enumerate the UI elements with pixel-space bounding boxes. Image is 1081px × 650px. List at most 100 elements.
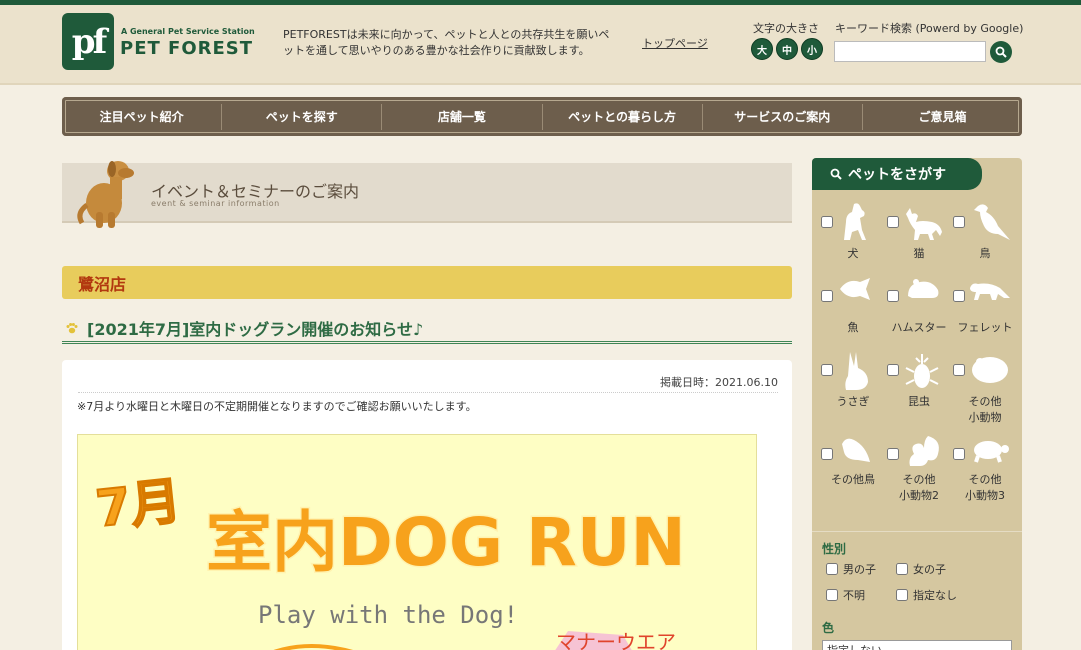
pet-option-other-bird: その他鳥 — [818, 430, 884, 504]
pet-label-dog: 犬 — [847, 247, 859, 260]
pet-checkbox-rabbit[interactable] — [821, 364, 833, 376]
sidebar-divider — [812, 531, 1022, 532]
pet-checkbox-small-animal[interactable] — [953, 364, 965, 376]
nav-find-pet[interactable]: ペットを探す — [222, 103, 383, 130]
search-button[interactable] — [990, 41, 1012, 63]
nav-store-list[interactable]: 店舗一覧 — [382, 103, 543, 130]
turtle-icon — [974, 441, 1009, 463]
pet-option-small-animal: その他 小動物 — [950, 346, 1016, 424]
sidebar-title: ペットをさがす — [848, 167, 946, 183]
dog-run-banner-art: 7月 室内DOG RUN Play with the Dog! マナーウエア — [92, 471, 687, 650]
pet-option-rabbit: うさぎ — [818, 346, 884, 420]
store-name: 鷺沼店 — [78, 274, 127, 294]
pet-checkbox-fish[interactable] — [821, 290, 833, 302]
search-input[interactable] — [834, 41, 986, 62]
pet-label-ferret: フェレット — [957, 321, 1013, 334]
font-size-small-button[interactable]: 小 — [801, 38, 823, 60]
gender-label: 性別 — [822, 542, 847, 556]
pet-label-cat: 猫 — [913, 247, 925, 260]
nav-services[interactable]: サービスのご案内 — [703, 103, 863, 130]
ferret-icon — [970, 283, 1010, 300]
gender-checkbox-female[interactable] — [896, 563, 908, 575]
pet-option-squirrel: その他 小動物2 — [884, 430, 950, 504]
rabbit-icon — [845, 352, 868, 390]
font-size-label: 文字の大きさ — [753, 22, 819, 35]
article-note: ※7月より水曜日と木曜日の不定期開催となりますのでご確認お願いいたします。 — [77, 400, 477, 413]
gender-option-unknown[interactable]: 不明 — [826, 587, 865, 603]
search-label: キーワード検索 (Powerd by Google) — [835, 22, 1024, 35]
color-label: 色 — [822, 621, 835, 635]
pet-label-small-animal: その他 小動物 — [968, 395, 1002, 424]
font-size-buttons: 大 中 小 — [751, 38, 823, 60]
banner-month: 7月 — [93, 472, 183, 539]
page-heading-banner: イベント＆セミナーのご案内 event & seminar informatio… — [62, 161, 792, 228]
page-subtitle: event & seminar information — [151, 199, 280, 208]
site-tagline: PETFORESTは未来に向かって、ペットと人との共存共生を願いペットを通して思… — [283, 28, 610, 57]
pet-checkbox-other-bird[interactable] — [821, 448, 833, 460]
gender-option-female[interactable]: 女の子 — [896, 561, 946, 577]
pet-checkbox-dog[interactable] — [821, 216, 833, 228]
pet-option-cat: 猫 — [884, 198, 950, 272]
font-size-medium-button[interactable]: 中 — [776, 38, 798, 60]
pet-label-hamster: ハムスター — [891, 321, 947, 334]
pet-label-turtle: その他 小動物3 — [965, 473, 1005, 502]
nav-featured-pets[interactable]: 注目ペット紹介 — [62, 103, 223, 130]
banner-headline: 室内DOG RUN — [206, 504, 686, 581]
cat-icon — [906, 208, 942, 240]
pet-checkbox-turtle[interactable] — [953, 448, 965, 460]
site-header: pf A General Pet Service Station PET FOR… — [0, 5, 1081, 85]
banner-corner: マナーウエア — [556, 630, 676, 650]
top-page-link[interactable]: トップページ — [642, 35, 708, 51]
bird-icon — [974, 204, 1010, 240]
nav-living-with-pets[interactable]: ペットとの暮らし方 — [543, 103, 703, 130]
logo-mark[interactable]: pf — [62, 13, 114, 70]
pet-label-fish: 魚 — [847, 321, 859, 334]
small-animal-icon — [972, 357, 1008, 383]
article-heading: [2021年7月]室内ドッグラン開催のお知らせ♪ — [62, 314, 792, 344]
main-nav: 注目ペット紹介 ペットを探す 店舗一覧 ペットとの暮らし方 サービスのご案内 ご… — [62, 97, 1022, 136]
store-header: 鷺沼店 — [62, 266, 792, 299]
article-body: 掲載日時：2021.06.10 ※7月より水曜日と木曜日の不定期開催となりますの… — [62, 360, 792, 650]
dog-run-banner: 7月 室内DOG RUN Play with the Dog! マナーウエア — [77, 434, 757, 650]
gender-checkbox-unknown[interactable] — [826, 589, 838, 601]
font-size-large-button[interactable]: 大 — [751, 38, 773, 60]
search-icon — [830, 168, 842, 180]
pet-option-hamster: ハムスター — [884, 272, 950, 346]
fish-icon — [840, 278, 870, 300]
hamster-icon — [908, 279, 939, 298]
pet-option-dog: 犬 — [818, 198, 884, 272]
sidebar-header: ペットをさがす — [812, 158, 982, 190]
banner-sub: Play with the Dog! — [258, 601, 518, 629]
beetle-icon — [905, 354, 939, 388]
dog-icon — [844, 203, 866, 240]
pet-option-turtle: その他 小動物3 — [950, 430, 1016, 504]
dog-illustration-icon — [77, 161, 134, 228]
pet-option-fish: 魚 — [818, 272, 884, 346]
paw-icon — [66, 322, 78, 333]
logo-name[interactable]: PET FOREST — [120, 38, 253, 59]
pet-checkbox-ferret[interactable] — [953, 290, 965, 302]
pet-option-bird: 鳥 — [950, 198, 1016, 272]
gender-checkbox-male[interactable] — [826, 563, 838, 575]
pet-checkbox-beetle[interactable] — [887, 364, 899, 376]
pet-label-other-bird: その他鳥 — [831, 473, 875, 486]
posted-date: 掲載日時：2021.06.10 — [78, 374, 778, 393]
squirrel-icon — [909, 436, 939, 466]
pet-label-bird: 鳥 — [979, 247, 991, 260]
gender-option-male[interactable]: 男の子 — [826, 561, 876, 577]
nav-feedback[interactable]: ご意見箱 — [863, 104, 1022, 130]
pet-search-sidebar: ペットをさがす 犬 猫 鳥 魚 ハムスター フェレット うさぎ 昆虫 その他 小… — [812, 158, 1022, 650]
pet-label-rabbit: うさぎ — [836, 395, 870, 408]
logo-tagline: A General Pet Service Station — [121, 27, 255, 36]
pet-label-beetle: 昆虫 — [908, 395, 930, 408]
color-select[interactable]: 指定しない — [822, 640, 1012, 650]
pet-checkbox-cat[interactable] — [887, 216, 899, 228]
pet-label-squirrel: その他 小動物2 — [899, 473, 939, 502]
pet-checkbox-hamster[interactable] — [887, 290, 899, 302]
gender-checkbox-any[interactable] — [896, 589, 908, 601]
search-icon — [995, 46, 1007, 58]
pet-checkbox-squirrel[interactable] — [887, 448, 899, 460]
pet-checkbox-bird[interactable] — [953, 216, 965, 228]
other-bird-icon — [842, 438, 870, 462]
gender-option-any[interactable]: 指定なし — [896, 587, 957, 603]
